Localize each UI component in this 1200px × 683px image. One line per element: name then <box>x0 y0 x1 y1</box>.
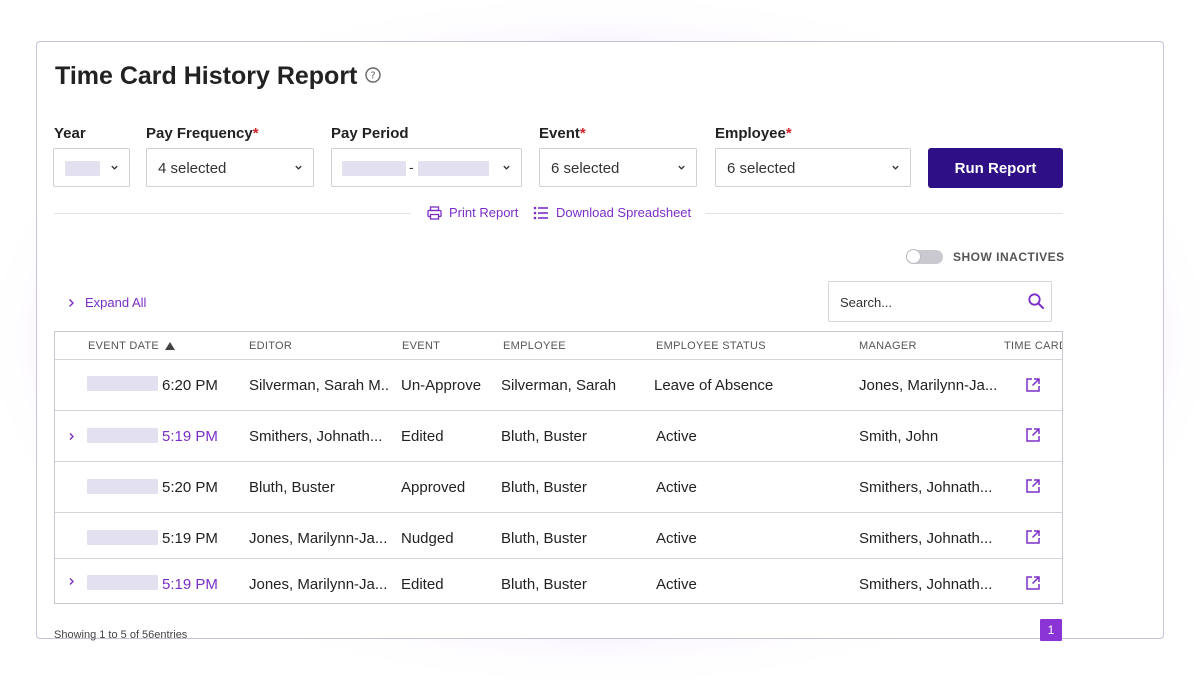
external-link-icon[interactable] <box>1025 575 1041 591</box>
external-link-icon[interactable] <box>1025 529 1041 545</box>
column-header-manager[interactable]: MANAGER <box>859 340 917 352</box>
editor-cell: Smithers, Johnath... <box>249 428 383 445</box>
sort-ascending-icon[interactable] <box>165 342 175 350</box>
event-time: 5:19 PM <box>162 530 218 547</box>
redacted-date <box>87 530 158 545</box>
chevron-down-icon <box>503 165 510 170</box>
event-time: 6:20 PM <box>162 377 218 394</box>
report-card: Time Card History Report ? Year Pay Freq… <box>36 41 1164 641</box>
divider-left <box>54 213 411 214</box>
event-cell: Edited <box>401 576 444 593</box>
redacted-date <box>87 479 158 494</box>
manager-cell: Smithers, Johnath... <box>859 479 993 496</box>
pay-period-label: Pay Period <box>331 125 409 142</box>
table-row[interactable]: 5:20 PM Bluth, Buster Approved Bluth, Bu… <box>55 461 1062 513</box>
list-icon <box>533 206 548 219</box>
status-cell: Active <box>656 428 697 445</box>
event-select[interactable]: 6 selected <box>539 148 697 187</box>
table-row[interactable]: 5:19 PM Jones, Marilynn-Ja... Nudged Blu… <box>55 512 1062 559</box>
external-link-icon[interactable] <box>1025 427 1041 443</box>
employee-cell: Bluth, Buster <box>501 576 587 593</box>
redacted-date <box>87 376 158 391</box>
event-label: Event* <box>539 125 586 142</box>
expand-all-link[interactable]: Expand All <box>68 295 146 310</box>
search-input[interactable]: Search... <box>828 281 1052 322</box>
status-cell: Active <box>656 530 697 547</box>
print-report-link[interactable]: Print Report <box>427 205 518 220</box>
help-icon[interactable]: ? <box>365 67 381 83</box>
pay-period-select[interactable]: - <box>331 148 522 187</box>
column-header-employee[interactable]: EMPLOYEE <box>503 340 566 352</box>
table-row[interactable]: 6:20 PM Silverman, Sarah M.. Un-Approve … <box>55 359 1062 411</box>
employee-label: Employee* <box>715 125 792 142</box>
redacted-year <box>65 161 100 176</box>
show-inactives-toggle[interactable] <box>906 249 943 264</box>
employee-cell: Bluth, Buster <box>501 530 587 547</box>
history-table: EVENT DATE EDITOR EVENT EMPLOYEE EMPLOYE… <box>54 331 1063 604</box>
show-inactives-label: SHOW INACTIVES <box>953 250 1065 264</box>
table-row[interactable]: 5:19 PM Jones, Marilynn-Ja... Edited Blu… <box>55 558 1062 603</box>
year-select[interactable] <box>53 148 130 187</box>
employee-cell: Bluth, Buster <box>501 428 587 445</box>
manager-cell: Smith, John <box>859 428 939 445</box>
pay-frequency-label: Pay Frequency* <box>146 125 259 142</box>
page-title: Time Card History Report <box>55 62 358 90</box>
editor-cell: Jones, Marilynn-Ja... <box>249 576 388 593</box>
period-separator: - <box>409 159 414 175</box>
printer-icon <box>427 205 442 220</box>
column-header-time-card[interactable]: TIME CARD <box>1004 340 1062 352</box>
entries-summary: Showing 1 to 5 of 56entries <box>54 629 188 641</box>
editor-cell: Jones, Marilynn-Ja... <box>249 530 388 547</box>
chevron-right-icon <box>69 298 74 307</box>
status-cell: Leave of Absence <box>654 377 774 394</box>
search-icon <box>1028 293 1044 309</box>
download-spreadsheet-link[interactable]: Download Spreadsheet <box>533 205 691 220</box>
run-report-button[interactable]: Run Report <box>928 148 1063 188</box>
status-cell: Active <box>656 479 697 496</box>
svg-text:?: ? <box>370 71 375 82</box>
manager-cell: Smithers, Johnath... <box>859 530 993 547</box>
divider-right <box>705 213 1063 214</box>
column-header-editor[interactable]: EDITOR <box>249 340 292 352</box>
editor-cell: Silverman, Sarah M.. <box>249 377 390 394</box>
employee-cell: Bluth, Buster <box>501 479 587 496</box>
event-cell: Nudged <box>401 530 454 547</box>
external-link-icon[interactable] <box>1025 478 1041 494</box>
employee-select[interactable]: 6 selected <box>715 148 911 187</box>
employee-cell: Silverman, Sarah <box>501 377 617 394</box>
manager-cell: Smithers, Johnath... <box>859 576 993 593</box>
event-cell: Approved <box>401 479 466 496</box>
event-cell: Un-Approve <box>401 377 482 394</box>
redacted-period-end <box>418 161 489 176</box>
column-header-event-date[interactable]: EVENT DATE <box>88 340 159 352</box>
status-cell: Active <box>656 576 697 593</box>
redacted-period-start <box>342 161 406 176</box>
redacted-date <box>87 428 158 443</box>
event-time: 5:20 PM <box>162 479 218 496</box>
chevron-right-icon[interactable] <box>67 577 76 586</box>
event-time[interactable]: 5:19 PM <box>162 428 218 445</box>
manager-cell: Jones, Marilynn-Ja... <box>859 377 998 394</box>
redacted-date <box>87 575 158 590</box>
column-header-employee-status[interactable]: EMPLOYEE STATUS <box>656 340 766 352</box>
event-cell: Edited <box>401 428 444 445</box>
chevron-down-icon <box>678 165 685 170</box>
chevron-right-icon[interactable] <box>67 432 76 441</box>
toggle-knob <box>906 249 921 264</box>
pagination-page-1[interactable]: 1 <box>1040 619 1062 641</box>
pay-frequency-select[interactable]: 4 selected <box>146 148 314 187</box>
chevron-down-icon <box>295 165 302 170</box>
table-row[interactable]: 5:19 PM Smithers, Johnath... Edited Blut… <box>55 410 1062 462</box>
chevron-down-icon <box>892 165 899 170</box>
event-time[interactable]: 5:19 PM <box>162 576 218 593</box>
external-link-icon[interactable] <box>1025 377 1041 393</box>
column-header-event[interactable]: EVENT <box>402 340 440 352</box>
year-label: Year <box>54 125 86 142</box>
editor-cell: Bluth, Buster <box>249 479 335 496</box>
chevron-down-icon <box>111 165 118 170</box>
